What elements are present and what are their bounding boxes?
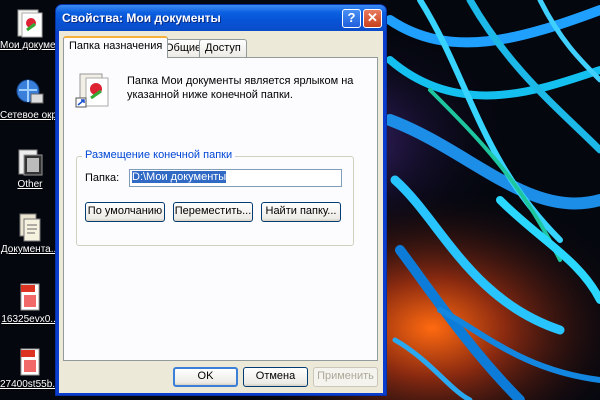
desktop-icon-label: Сетевое окружение <box>0 110 60 121</box>
desktop-icon-label: Документа... <box>0 244 60 255</box>
desktop-icon-documents[interactable]: Документа... <box>0 210 60 256</box>
desktop-icon-jpg-2[interactable]: 27400st55b... <box>0 345 60 391</box>
tab-panel: Папка Мои документы является ярлыком на … <box>63 57 378 361</box>
jpg-file-icon <box>20 283 40 311</box>
dialog-client-area: Папка назначения Общие Доступ Папка Мои … <box>59 31 383 393</box>
path-label: Папка: <box>85 172 120 184</box>
desktop-icon-label: Мои документы <box>0 40 60 51</box>
ok-button[interactable]: OK <box>173 367 238 387</box>
apply-button[interactable]: Применить <box>313 367 378 387</box>
desktop-icon-label: Other <box>17 179 43 190</box>
my-documents-icon <box>17 9 43 38</box>
folder-path-value: D:\Мои документы <box>132 171 227 183</box>
tab-target-folder[interactable]: Папка назначения <box>63 36 169 58</box>
close-button[interactable]: ✕ <box>363 9 382 28</box>
jpg-file-icon <box>20 348 40 376</box>
desktop-icon-network-places[interactable]: Сетевое окружение <box>0 76 60 122</box>
desktop-icon-other[interactable]: Other <box>0 145 60 191</box>
move-button[interactable]: Переместить... <box>173 202 253 222</box>
desktop-icon-my-documents[interactable]: Мои документы <box>0 6 60 52</box>
desktop-icon-label: 27400st55b... <box>0 379 60 390</box>
find-folder-button[interactable]: Найти папку... <box>261 202 341 222</box>
cancel-button[interactable]: Отмена <box>243 367 308 387</box>
tab-sharing[interactable]: Доступ <box>199 39 247 57</box>
network-places-icon <box>16 79 44 104</box>
dialog-title: Свойства: Мои документы <box>62 11 221 25</box>
desktop-icon-jpg-1[interactable]: 16325evx0... <box>0 280 60 326</box>
my-documents-icon <box>75 73 109 108</box>
target-location-group: Размещение конечной папки Папка: D:\Мои … <box>76 149 354 246</box>
desktop-icon-label: 16325evx0... <box>1 314 59 325</box>
help-button[interactable]: ? <box>342 9 361 28</box>
folder-film-icon <box>18 149 43 176</box>
group-legend: Размещение конечной папки <box>82 149 236 161</box>
folder-path-input[interactable]: D:\Мои документы <box>129 169 342 187</box>
properties-dialog: Свойства: Мои документы ? ✕ Папка назнач… <box>55 4 387 396</box>
info-text: Папка Мои документы является ярлыком на … <box>127 75 354 101</box>
dialog-titlebar[interactable]: Свойства: Мои документы ? ✕ <box>56 5 386 31</box>
documents-icon <box>19 213 41 242</box>
restore-default-button[interactable]: По умолчанию <box>85 202 165 222</box>
